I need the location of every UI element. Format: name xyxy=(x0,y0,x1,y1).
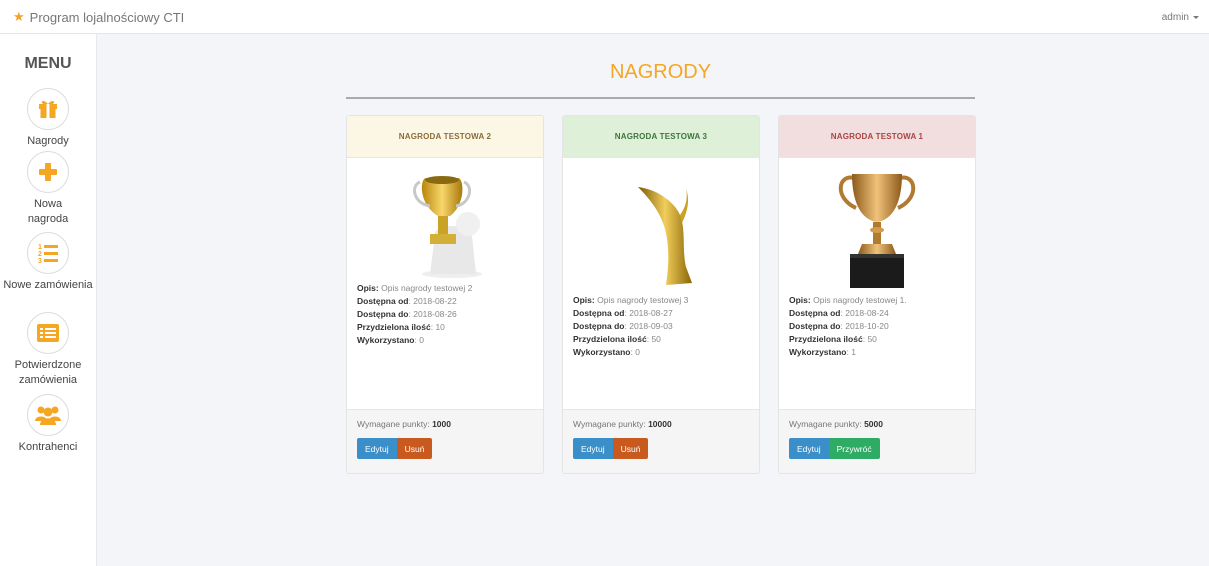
svg-text:1: 1 xyxy=(38,244,42,251)
user-menu[interactable]: admin xyxy=(1162,12,1199,23)
from-label: Dostępna od xyxy=(357,296,409,306)
to-value: 2018-09-03 xyxy=(629,321,673,331)
points-label: Wymagane punkty: xyxy=(789,419,862,429)
sidebar-item-label: Nagrody xyxy=(27,135,69,147)
restore-button[interactable]: Przywróć xyxy=(828,438,880,459)
edit-button[interactable]: Edytuj xyxy=(789,438,829,459)
plus-icon xyxy=(27,151,69,193)
user-name: admin xyxy=(1161,12,1189,23)
reward-card: NAGRODA TESTOWA 1 Opis: Opis nagrody tes… xyxy=(778,115,976,474)
points-value: 5000 xyxy=(864,419,883,429)
points-value: 10000 xyxy=(648,419,672,429)
sidebar-item-label: Potwierdzone zamówienia xyxy=(14,359,82,386)
points-text: Wymagane punkty: 1000 xyxy=(357,419,451,429)
delete-button[interactable]: Usuń xyxy=(396,438,433,459)
used-value: 1 xyxy=(851,347,856,357)
list-card-icon xyxy=(27,312,69,354)
used-value: 0 xyxy=(635,347,640,357)
from-value: 2018-08-22 xyxy=(413,296,457,306)
points-text: Wymagane punkty: 10000 xyxy=(573,419,672,429)
qty-label: Przydzielona ilość xyxy=(789,334,863,344)
sidebar-item-label: Kontrahenci xyxy=(18,441,78,453)
gold-award-icon xyxy=(563,164,759,294)
sidebar: MENU Nagrody Nowa nagroda 1 2 3 Nowe zam… xyxy=(0,34,97,566)
sidebar-item-nowe-zamowienia[interactable]: 1 2 3 Nowe zamówienia xyxy=(0,232,96,293)
to-label: Dostępna do xyxy=(573,321,625,331)
used-label: Wykorzystano xyxy=(357,335,415,345)
trophy-person-icon xyxy=(347,164,543,282)
svg-text:2: 2 xyxy=(38,251,42,258)
used-label: Wykorzystano xyxy=(573,347,631,357)
from-value: 2018-08-27 xyxy=(629,308,673,318)
card-title: NAGRODA TESTOWA 2 xyxy=(347,116,543,158)
caret-down-icon xyxy=(1193,15,1199,19)
page-title: NAGRODY xyxy=(609,61,712,83)
desc-value: Opis nagrody testowej 3 xyxy=(597,295,689,305)
svg-text:3: 3 xyxy=(38,258,42,265)
to-value: 2018-10-20 xyxy=(845,321,889,331)
from-label: Dostępna od xyxy=(789,308,841,318)
star-icon: ★ xyxy=(13,9,25,24)
used-value: 0 xyxy=(419,335,424,345)
card-footer: Wymagane punkty: 10000 Edytuj Usuń xyxy=(563,409,759,473)
qty-label: Przydzielona ilość xyxy=(573,334,647,344)
to-value: 2018-08-26 xyxy=(413,309,457,319)
qty-value: 50 xyxy=(651,334,661,344)
from-label: Dostępna od xyxy=(573,308,625,318)
points-text: Wymagane punkty: 5000 xyxy=(789,419,883,429)
card-footer: Wymagane punkty: 1000 Edytuj Usuń xyxy=(347,409,543,473)
sidebar-item-label: Nowa nagroda xyxy=(27,198,69,225)
points-value: 1000 xyxy=(432,419,451,429)
sidebar-item-nowa-nagroda[interactable]: Nowa nagroda xyxy=(0,151,96,227)
top-navbar: ★ Program lojalnościowy CTI admin xyxy=(0,0,1209,34)
card-details: Opis: Opis nagrody testowej 3 Dostępna o… xyxy=(573,295,689,357)
sidebar-item-kontrahenci[interactable]: Kontrahenci xyxy=(0,394,96,455)
desc-value: Opis nagrody testowej 2 xyxy=(381,283,473,293)
card-title: NAGRODA TESTOWA 3 xyxy=(563,116,759,158)
points-label: Wymagane punkty: xyxy=(357,419,430,429)
gift-icon xyxy=(27,88,69,130)
card-footer: Wymagane punkty: 5000 Edytuj Przywróć xyxy=(779,409,975,473)
title-divider xyxy=(346,97,975,99)
brand-title: Program lojalnościowy CTI xyxy=(29,9,185,25)
desc-value: Opis nagrody testowej 1. xyxy=(813,295,907,305)
edit-button[interactable]: Edytuj xyxy=(573,438,613,459)
to-label: Dostępna do xyxy=(357,309,409,319)
qty-value: 10 xyxy=(435,322,445,332)
reward-card: NAGRODA TESTOWA 2 Opis: Opis nagrody tes… xyxy=(346,115,544,474)
ordered-list-icon: 1 2 3 xyxy=(27,232,69,274)
card-title: NAGRODA TESTOWA 1 xyxy=(779,116,975,158)
used-label: Wykorzystano xyxy=(789,347,847,357)
desc-label: Opis: xyxy=(789,295,811,305)
card-details: Opis: Opis nagrody testowej 2 Dostępna o… xyxy=(357,283,473,345)
reward-card: NAGRODA TESTOWA 3 Opis: Opis nagrody tes… xyxy=(562,115,760,474)
delete-button[interactable]: Usuń xyxy=(612,438,649,459)
qty-value: 50 xyxy=(867,334,877,344)
to-label: Dostępna do xyxy=(789,321,841,331)
from-value: 2018-08-24 xyxy=(845,308,889,318)
sidebar-item-potwierdzone-zamowienia[interactable]: Potwierdzone zamówienia xyxy=(0,312,96,388)
desc-label: Opis: xyxy=(357,283,379,293)
users-icon xyxy=(27,394,69,436)
trophy-cup-icon xyxy=(779,164,975,294)
card-details: Opis: Opis nagrody testowej 1. Dostępna … xyxy=(789,295,907,357)
qty-label: Przydzielona ilość xyxy=(357,322,431,332)
desc-label: Opis: xyxy=(573,295,595,305)
points-label: Wymagane punkty: xyxy=(573,419,646,429)
menu-title: MENU xyxy=(24,55,72,72)
edit-button[interactable]: Edytuj xyxy=(357,438,397,459)
sidebar-item-nagrody[interactable]: Nagrody xyxy=(0,88,96,149)
brand-link[interactable]: ★ Program lojalnościowy CTI xyxy=(13,9,184,25)
sidebar-item-label: Nowe zamówienia xyxy=(3,279,93,291)
